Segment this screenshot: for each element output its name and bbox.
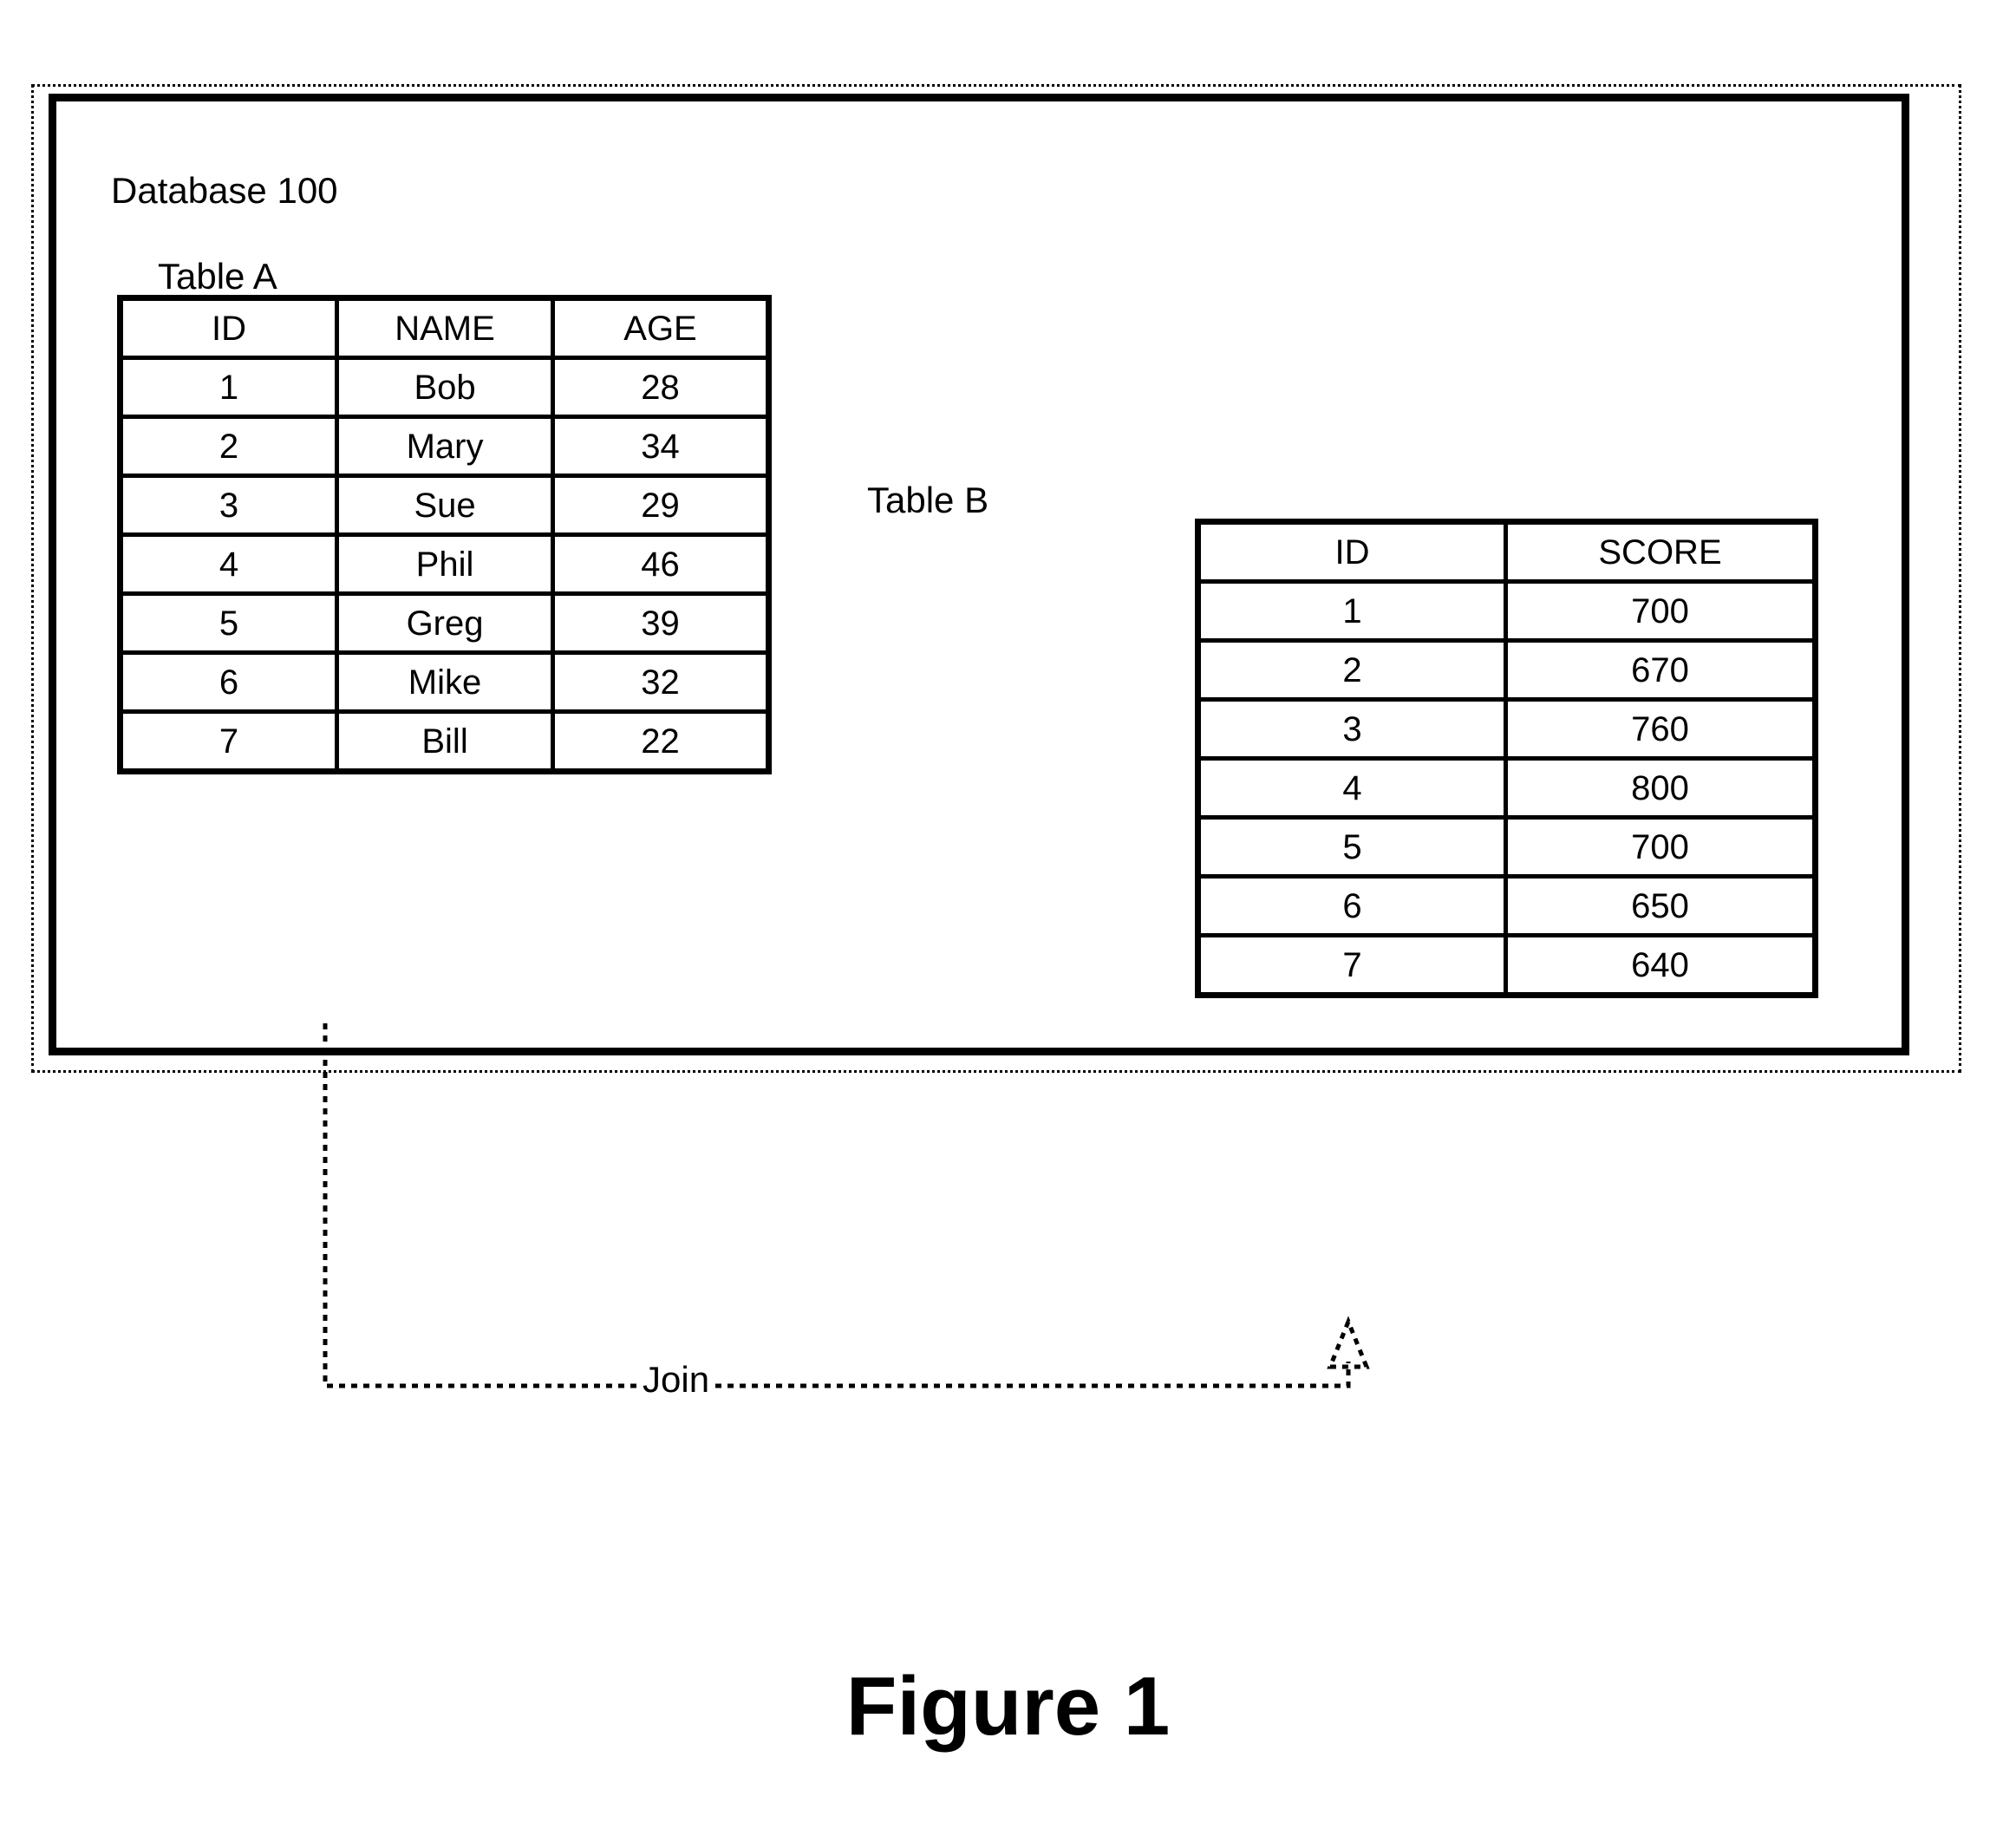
- table-a-cell-name: Greg: [335, 591, 556, 655]
- table-row: 5 700: [1196, 815, 1817, 879]
- table-a-cell-age: 39: [551, 591, 771, 655]
- table-row: 7 640: [1196, 933, 1817, 997]
- table-b-cell-id: 6: [1196, 874, 1508, 937]
- table-b-cell-score: 800: [1504, 756, 1817, 820]
- table-a-cell-id: 5: [117, 591, 340, 655]
- table-b-cell-score: 650: [1504, 874, 1817, 937]
- table-a-cell-id: 3: [117, 474, 340, 537]
- table-b-cell-id: 1: [1196, 579, 1508, 643]
- table-a-cell-age: 29: [551, 474, 771, 537]
- table-row: 2 670: [1196, 638, 1817, 702]
- table-a-cell-name: Mary: [335, 415, 556, 478]
- table-a-cell-id: 7: [117, 709, 340, 774]
- table-b-header-score: SCORE: [1504, 519, 1817, 584]
- table-a-header-name: NAME: [335, 296, 556, 360]
- join-label: Join: [637, 1362, 715, 1398]
- table-b-cell-score: 670: [1504, 638, 1817, 702]
- table-a-cell-age: 28: [551, 356, 771, 419]
- table-b-cell-score: 700: [1504, 815, 1817, 879]
- table-b-cell-id: 4: [1196, 756, 1508, 820]
- table-b-caption: Table B: [867, 480, 989, 520]
- table-a-cell-name: Sue: [335, 474, 556, 537]
- table-row: 1 700: [1196, 579, 1817, 643]
- table-a: ID NAME AGE 1 Bob 28 2 Mary 34 3 Sue 29 …: [117, 295, 772, 774]
- table-a-cell-name: Bob: [335, 356, 556, 419]
- table-a-cell-id: 6: [117, 650, 340, 714]
- table-row: 7 Bill 22: [117, 709, 771, 774]
- table-row: 6 650: [1196, 874, 1817, 937]
- table-a-cell-name: Phil: [335, 532, 556, 596]
- join-arrowhead-icon: [1327, 1316, 1370, 1369]
- table-row: 4 Phil 46: [117, 532, 771, 596]
- table-a-cell-id: 2: [117, 415, 340, 478]
- table-row: 4 800: [1196, 756, 1817, 820]
- table-b-cell-score: 640: [1504, 933, 1817, 997]
- table-a-cell-id: 1: [117, 356, 340, 419]
- table-b-header-id: ID: [1196, 519, 1508, 584]
- table-a-cell-age: 34: [551, 415, 771, 478]
- table-row-header: ID SCORE: [1196, 519, 1817, 584]
- table-row: 6 Mike 32: [117, 650, 771, 714]
- table-a-cell-name: Mike: [335, 650, 556, 714]
- table-a-cell-age: 22: [551, 709, 771, 774]
- table-a-cell-age: 46: [551, 532, 771, 596]
- table-b-cell-id: 5: [1196, 815, 1508, 879]
- join-connector-line: [323, 1023, 1351, 1388]
- table-row: 3 Sue 29: [117, 474, 771, 537]
- table-a-caption: Table A: [158, 256, 277, 297]
- table-a-header-id: ID: [117, 296, 340, 360]
- table-a-cell-id: 4: [117, 532, 340, 596]
- table-a-cell-name: Bill: [335, 709, 556, 774]
- table-row: 3 760: [1196, 697, 1817, 761]
- table-b-cell-score: 700: [1504, 579, 1817, 643]
- table-row-header: ID NAME AGE: [117, 296, 771, 360]
- table-b-cell-id: 2: [1196, 638, 1508, 702]
- table-b-cell-id: 7: [1196, 933, 1508, 997]
- table-b: ID SCORE 1 700 2 670 3 760 4 800 5 700 6…: [1195, 519, 1818, 998]
- figure-caption: Figure 1: [845, 1660, 1171, 1753]
- database-label: Database 100: [111, 170, 338, 211]
- table-row: 1 Bob 28: [117, 356, 771, 419]
- table-row: 5 Greg 39: [117, 591, 771, 655]
- table-row: 2 Mary 34: [117, 415, 771, 478]
- table-a-cell-age: 32: [551, 650, 771, 714]
- table-b-cell-id: 3: [1196, 697, 1508, 761]
- table-b-cell-score: 760: [1504, 697, 1817, 761]
- table-a-header-age: AGE: [551, 296, 771, 360]
